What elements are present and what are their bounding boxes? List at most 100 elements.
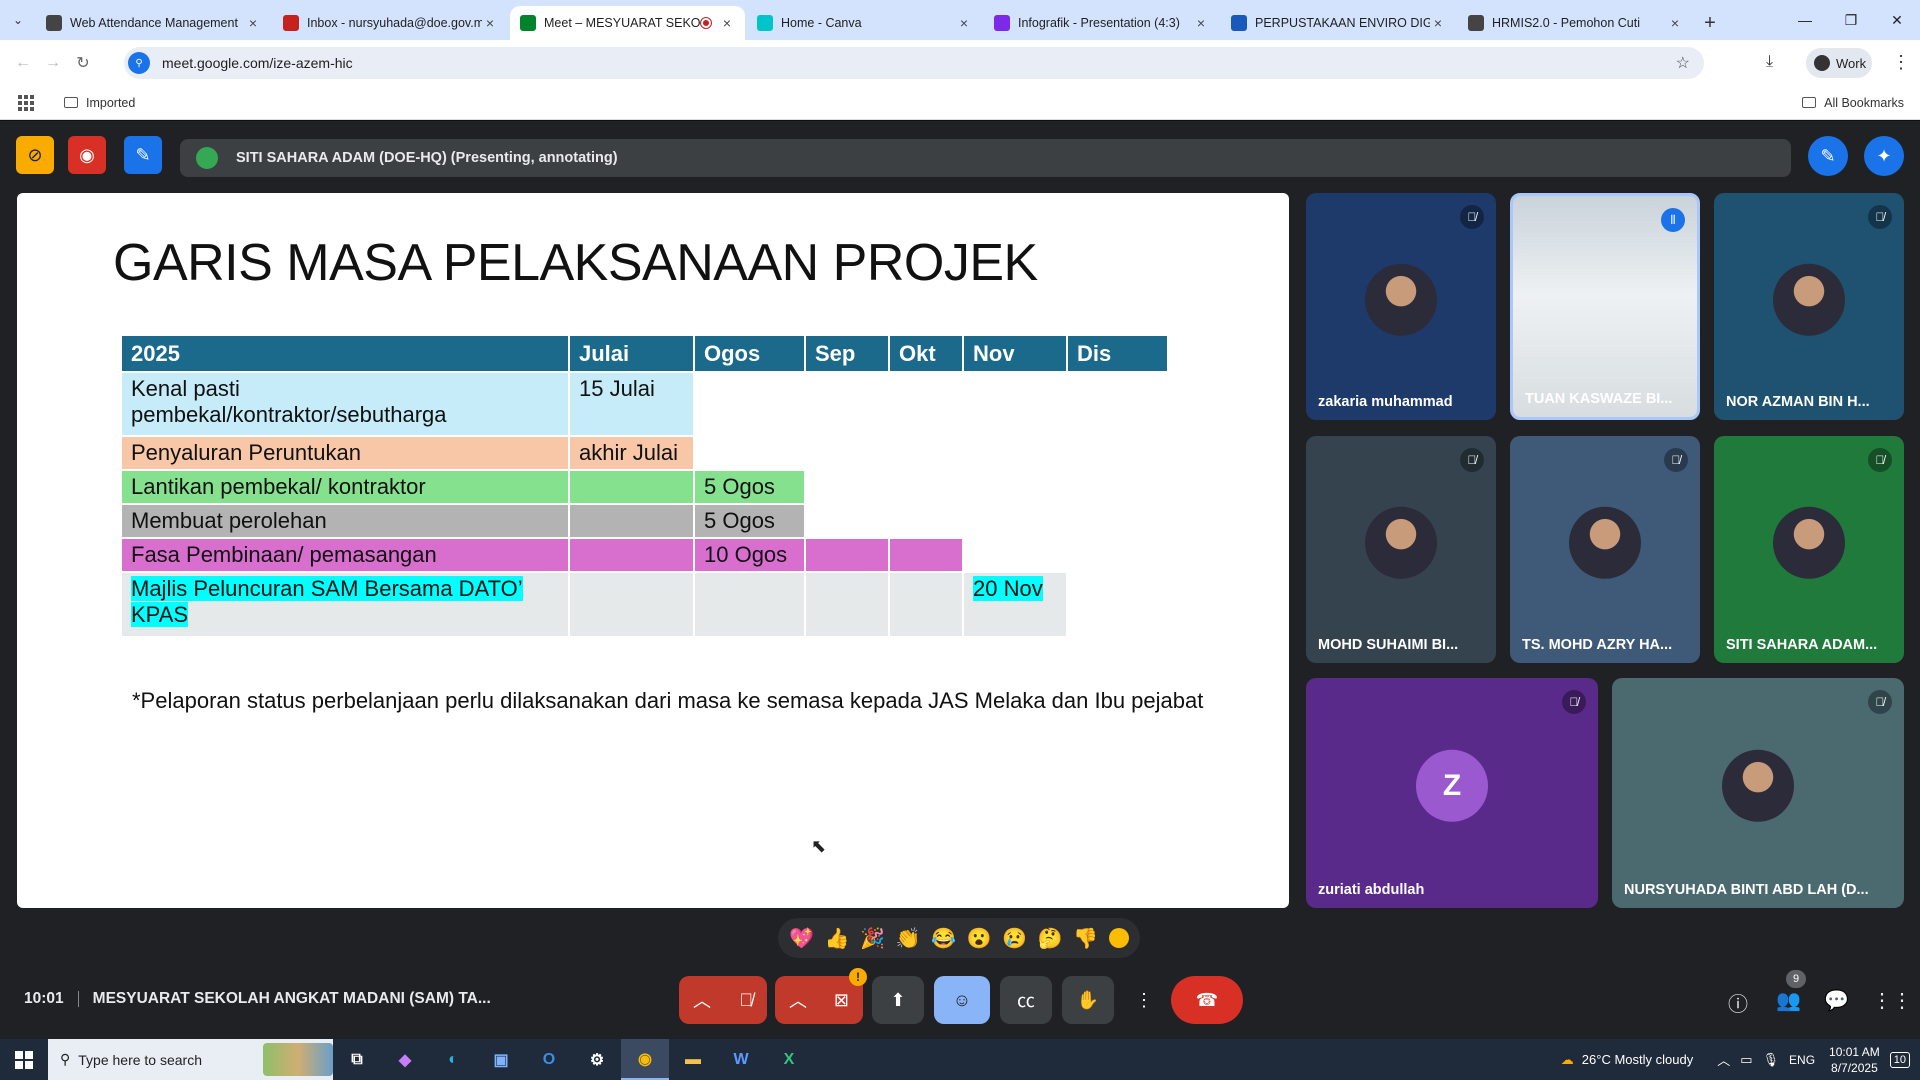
omnibox[interactable]: ⚲ meet.google.com/ize-azem-hic ☆ [124,47,1704,79]
chat-icon[interactable]: 💬 [1824,988,1849,1013]
copilot-icon[interactable]: ◆ [381,1039,429,1080]
tab-close-icon[interactable]: × [245,15,261,31]
mic-off-icon: 🎙̸ [1664,448,1688,472]
reaction-emoji[interactable]: 🎉 [860,926,885,951]
bookmark-star-icon[interactable]: ☆ [1676,53,1690,73]
reload-icon[interactable]: ↻ [68,53,98,73]
tab-close-icon[interactable]: × [956,15,972,31]
browser-tab[interactable]: Home - Canva × [747,6,982,40]
participant-tile[interactable]: 🎙̸ zakaria muhammad [1306,193,1496,420]
stop-presenting-icon[interactable]: ⊘ [16,136,54,174]
browser-tab[interactable]: Web Attendance Management × [36,6,271,40]
camera-options-chevron-icon[interactable]: ︿ [789,987,807,1013]
raise-hand-button[interactable]: ✋ [1062,976,1114,1024]
clock[interactable]: 10:01 AM 8/7/2025 [1829,1044,1880,1076]
language-indicator[interactable]: ENG [1789,1053,1815,1067]
tray-chevron-icon[interactable]: ︿ [1717,1050,1730,1069]
tab-title: PERPUSTAKAAN ENVIRO DIGIT [1255,16,1430,30]
participant-tile[interactable]: 🎙̸ NOR AZMAN BIN H... [1714,193,1904,420]
participant-tile[interactable]: Z 🎙̸ zuriati abdullah [1306,678,1598,908]
tab-search-icon[interactable]: ⌄ [0,0,36,40]
browser-menu-icon[interactable]: ⋮ [1892,52,1910,73]
reaction-emoji[interactable]: 👏 [896,926,921,951]
download-icon[interactable]: ⤓ [1766,53,1773,71]
apps-grid-icon[interactable] [18,94,34,111]
tab-close-icon[interactable]: × [1430,15,1446,31]
file-explorer-icon[interactable]: ▬ [669,1039,717,1080]
browser-tab[interactable]: PERPUSTAKAAN ENVIRO DIGIT × [1221,6,1456,40]
settings-gear-icon[interactable]: ⚙ [573,1039,621,1080]
tab-close-icon[interactable]: × [1667,15,1683,31]
excel-icon[interactable]: X [765,1039,813,1080]
tab-close-icon[interactable]: × [719,15,735,31]
mic-control[interactable]: ︿ 🎙̸ [679,976,767,1024]
restore-icon[interactable]: ❐ [1828,0,1874,40]
mic-off-icon[interactable]: 🎙̸ [740,990,754,1011]
notes-icon[interactable]: ✎ [124,136,162,174]
reaction-emoji[interactable]: 💖 [789,926,814,951]
reaction-emoji[interactable]: 😂 [931,926,956,951]
back-icon[interactable]: ← [8,54,38,72]
participant-initial-avatar: Z [1416,749,1488,822]
browser-tab[interactable]: Infografik - Presentation (4:3) × [984,6,1219,40]
reaction-emoji[interactable]: 😮 [967,926,992,951]
folder-icon [1802,97,1817,108]
participant-tile[interactable]: 🎙̸ NURSYUHADA BINTI ABD LAH (D... [1612,678,1904,908]
participant-tile[interactable]: 🎙̸ SITI SAHARA ADAM... [1714,436,1904,663]
word-icon[interactable]: W [717,1039,765,1080]
meeting-details-icon[interactable]: ⓘ [1728,988,1748,1017]
slide-title: GARIS MASA PELAKSANAAN PROJEK [113,234,1038,292]
people-icon[interactable]: 👥 [1776,988,1801,1013]
bookmark-folder-imported[interactable]: Imported [64,96,135,110]
participant-tile[interactable]: ⦀ TUAN KASWAZE BI... [1510,193,1700,420]
edge-icon[interactable]: ◐ [429,1039,477,1080]
weather-text[interactable]: 26°C Mostly cloudy [1582,1052,1693,1067]
volume-mic-icon[interactable]: 🎙 [1763,1052,1780,1068]
mic-options-chevron-icon[interactable]: ︿ [693,987,711,1013]
chrome-icon[interactable]: ◉ [621,1039,669,1080]
timeline-month-cell [694,435,806,470]
presenter-avatar [196,147,218,169]
url-text[interactable]: meet.google.com/ize-azem-hic [162,55,353,71]
timeline-activity-cell: Membuat perolehan [122,503,570,538]
minimize-icon[interactable]: — [1782,0,1828,40]
browser-tab[interactable]: Meet – MESYUARAT SEKOL × [510,6,745,40]
all-bookmarks-button[interactable]: All Bookmarks [1802,96,1904,110]
site-info-icon[interactable]: ⚲ [128,52,150,74]
close-window-icon[interactable]: ✕ [1874,0,1920,40]
notification-badge[interactable]: 10 [1889,1051,1910,1068]
meeting-time: 10:01 [24,990,64,1007]
activities-icon[interactable]: ⋮⋮ [1872,988,1912,1013]
more-options-button[interactable]: ⋮ [1124,976,1164,1024]
profile-button[interactable]: Work [1806,48,1872,78]
forward-icon[interactable]: → [38,54,68,72]
reaction-emoji[interactable]: 😢 [1002,926,1027,951]
reaction-emoji[interactable]: 👍 [825,926,850,951]
timeline-month-cell [889,503,964,538]
leave-call-button[interactable]: ☎ [1171,976,1243,1024]
store-icon[interactable]: ▣ [477,1039,525,1080]
participant-tile[interactable]: 🎙̸ MOHD SUHAIMI BI... [1306,436,1496,663]
reaction-emoji[interactable]: 🤔 [1038,926,1063,951]
task-view-icon[interactable]: ⧉ [333,1039,381,1080]
outlook-icon[interactable]: O [525,1039,573,1080]
camera-off-icon[interactable]: ⊠ [834,990,849,1011]
camera-control[interactable]: ︿ ⊠ ! [775,968,867,1024]
taskbar-search[interactable]: ⚲ Type here to search [48,1039,333,1080]
recording-icon[interactable]: ◉ [68,136,106,174]
tab-close-icon[interactable]: × [482,15,498,31]
captions-button[interactable]: ㏄ [1000,976,1052,1024]
windows-start-icon[interactable] [0,1039,48,1080]
browser-tab[interactable]: Inbox - nursyuhada@doe.gov.m × [273,6,508,40]
tab-close-icon[interactable]: × [1193,15,1209,31]
browser-tab[interactable]: HRMIS2.0 - Pemohon Cuti × [1458,6,1693,40]
present-screen-button[interactable]: ⬆ [872,976,924,1024]
gemini-sparkle-icon[interactable]: ✦ [1864,136,1904,176]
reaction-emoji[interactable]: 👎 [1073,926,1098,951]
network-icon[interactable]: ▭ [1740,1052,1752,1068]
reactions-button[interactable]: ☺ [934,976,990,1024]
annotate-pen-icon[interactable]: ✎ [1808,136,1848,176]
participant-tile[interactable]: 🎙̸ TS. MOHD AZRY HA... [1510,436,1700,663]
new-tab-button[interactable]: + [1695,6,1725,40]
skin-tone-selector-icon[interactable] [1108,928,1129,948]
